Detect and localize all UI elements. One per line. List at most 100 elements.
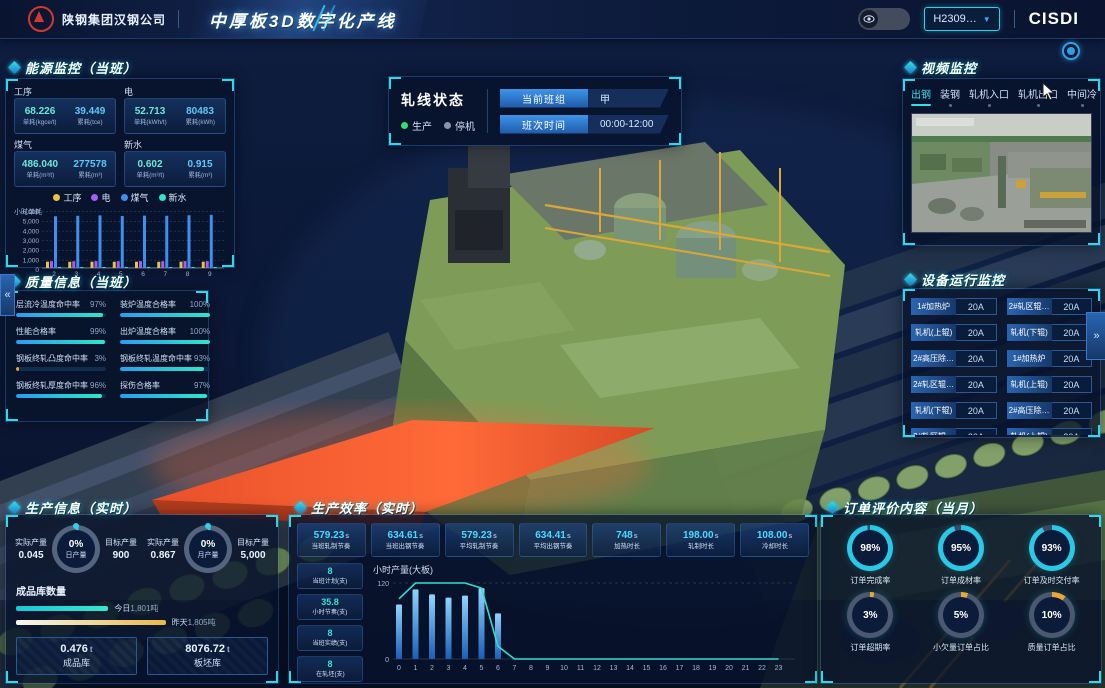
camera-tab-装钢[interactable]: 装钢 [940, 86, 960, 107]
donut-hole: 10% [1034, 597, 1070, 633]
efficiency-card: 579.23s当班轧制节奏 [297, 523, 366, 557]
energy-group: 电52.713单耗(kWh/t)80483累耗(kWh) [124, 85, 226, 134]
x-tick-label: 7 [163, 271, 167, 278]
order-donut-grid: 98%订单完成率95%订单成材率93%订单及时交付率3%订单超期率5%小欠量订单… [821, 515, 1101, 663]
legend-label: 工序 [63, 191, 81, 204]
line-status-legend: 生产停机 [401, 118, 475, 133]
efficiency-card: 634.61s当班出钢节奏 [371, 523, 440, 557]
equipment-label: 轧机(下辊) [1007, 324, 1052, 341]
equipment-label: 轧机(上辊) [911, 324, 956, 341]
line-status-title: 轧线状态 [401, 90, 475, 110]
inventory-bar-fill [16, 620, 166, 625]
diamond-icon [8, 501, 21, 514]
progress-track [120, 394, 210, 398]
equipment-panel-title: 设备运行监控 [921, 270, 1005, 289]
quality-metric-label: 出炉温度合格率 [120, 326, 176, 337]
topbar-actions: H2309… ▼ CISDI [858, 7, 1105, 31]
device-select-dropdown[interactable]: H2309… ▼ [924, 7, 999, 31]
energy-legend: 工序电煤气新水 [6, 191, 234, 204]
efficiency-card-label: 平均出钢节奏 [534, 541, 573, 550]
bar [184, 261, 187, 268]
quality-metric-row: 性能合格率99% [16, 326, 106, 337]
side-card-label: 当班计划(支) [313, 577, 348, 586]
equipment-item[interactable]: 轧机(下辊)20A [911, 402, 997, 419]
video-panel: 出钢装钢轧机入口轧机出口中间冷电加热 [902, 78, 1101, 246]
energy-value: 68.226 [25, 106, 56, 117]
visibility-toggle[interactable] [858, 8, 910, 30]
energy-value: 39.449 [75, 106, 106, 117]
progress-fill [16, 367, 19, 371]
x-tick-label: 9 [546, 665, 550, 672]
bar [462, 596, 468, 659]
bar [479, 588, 485, 659]
x-tick-label: 6 [496, 665, 500, 672]
equipment-item[interactable]: 轧机(下辊)20A [1007, 324, 1093, 341]
equipment-item[interactable]: 2#轧区辊…20A [911, 376, 997, 393]
y-tick-label: 4,000 [23, 228, 40, 235]
donut-gauge: 0%月产量 [184, 525, 232, 573]
hourly-output-chart: 1200012345678910111213141516171819202122… [371, 577, 809, 678]
page-title-plaque: 中厚板3D数字化产线 [189, 0, 427, 38]
shift-badge: 班次时间00:00-12:00 [500, 115, 669, 134]
order-kpi-label: 订单完成率 [850, 575, 890, 586]
camera-tab-轧机入口[interactable]: 轧机入口 [969, 86, 1009, 107]
efficiency-card: 108.00s冷却时长 [740, 523, 809, 557]
equipment-item[interactable]: 2#高压除…20A [911, 350, 997, 367]
equipment-item[interactable]: 2#轧区辊…20A [1007, 298, 1093, 315]
donut-gauge: 10% [1029, 592, 1075, 638]
bar [76, 216, 79, 268]
right-expand-tab[interactable]: » [1086, 312, 1105, 360]
energy-group-name: 电 [124, 85, 226, 98]
energy-legend-item: 煤气 [121, 191, 149, 204]
equipment-panel: 1#加热炉20A 2#轧区辊…20A 轧机(上辊)20A 轧机(下辊)20A 2#高压除… [902, 288, 1101, 438]
line-status-panel: 轧线状态 生产停机 当前班组甲班次时间00:00-12:00 [388, 76, 682, 146]
equipment-item[interactable]: 轧机(上辊)20A [1007, 376, 1093, 393]
equipment-label: 1#加热炉 [1007, 350, 1052, 367]
equipment-item[interactable]: 1#加热炉20A [1007, 350, 1093, 367]
cisdi-logo: CISDI [1029, 9, 1079, 29]
efficiency-panel-header: 生产效率（实时） [296, 498, 423, 517]
efficiency-panel: 579.23s当班轧制节奏634.61s当班出钢节奏579.23s平均轧制节奏6… [288, 514, 818, 684]
quality-metric-label: 装炉温度合格率 [120, 299, 176, 310]
camera-tab-轧机出口[interactable]: 轧机出口 [1018, 86, 1058, 107]
x-tick-label: 9 [208, 271, 212, 278]
panel-collapse-button[interactable] [1062, 42, 1080, 60]
equipment-label: 2#高压除… [911, 350, 956, 367]
energy-legend-item: 新水 [159, 191, 187, 204]
bar [161, 261, 164, 268]
target-output-value: 5,000 [240, 550, 265, 561]
equipment-item[interactable]: 1#加热炉20A [911, 298, 997, 315]
bar [169, 267, 172, 268]
quality-metric-row: 钢板终轧厚度命中率96% [16, 380, 106, 391]
camera-feed[interactable] [911, 113, 1092, 233]
target-output-value: 900 [113, 550, 130, 561]
actual-output: 实际产量0.867 [147, 537, 179, 561]
equipment-item[interactable]: 2#轧区辊…20A [911, 428, 997, 435]
equipment-label: 2#高压除… [1007, 402, 1052, 419]
donut-percent: 10% [1042, 610, 1062, 621]
bar [113, 262, 116, 268]
equipment-item[interactable]: 轧机(上辊)20A [911, 324, 997, 341]
bar [95, 261, 98, 268]
bar [58, 267, 61, 268]
status-legend-label: 停机 [455, 118, 475, 133]
camera-tab-出钢[interactable]: 出钢 [911, 86, 931, 107]
equipment-item[interactable]: 轧机(上辊)20A [1007, 428, 1093, 435]
trend-line [399, 583, 779, 659]
x-tick-label: 0 [397, 665, 401, 672]
order-kpi: 93%订单及时交付率 [1008, 525, 1095, 586]
efficiency-card-row: 579.23s当班轧制节奏634.61s当班出钢节奏579.23s平均轧制节奏6… [289, 515, 817, 557]
donut-percent: 3% [863, 610, 877, 621]
equipment-label: 轧机(上辊) [1007, 376, 1052, 393]
energy-unit-consumption: 0.602单耗(m³/t) [125, 152, 175, 186]
diamond-icon [904, 61, 917, 74]
order-kpi: 98%订单完成率 [827, 525, 914, 586]
quality-metric: 钢板终轧厚度命中率96% [16, 380, 106, 398]
left-collapse-tab[interactable]: « [0, 274, 15, 316]
donut-hole: 0%月产量 [189, 530, 227, 568]
quality-panel: 层流冷温度命中率97%装炉温度合格率100%性能合格率99%出炉温度合格率100… [5, 290, 209, 422]
order-kpi: 3%订单超期率 [827, 592, 914, 653]
camera-tab-中间冷[interactable]: 中间冷 [1067, 86, 1097, 107]
equipment-item[interactable]: 2#高压除…20A [1007, 402, 1093, 419]
eye-icon [860, 10, 878, 28]
